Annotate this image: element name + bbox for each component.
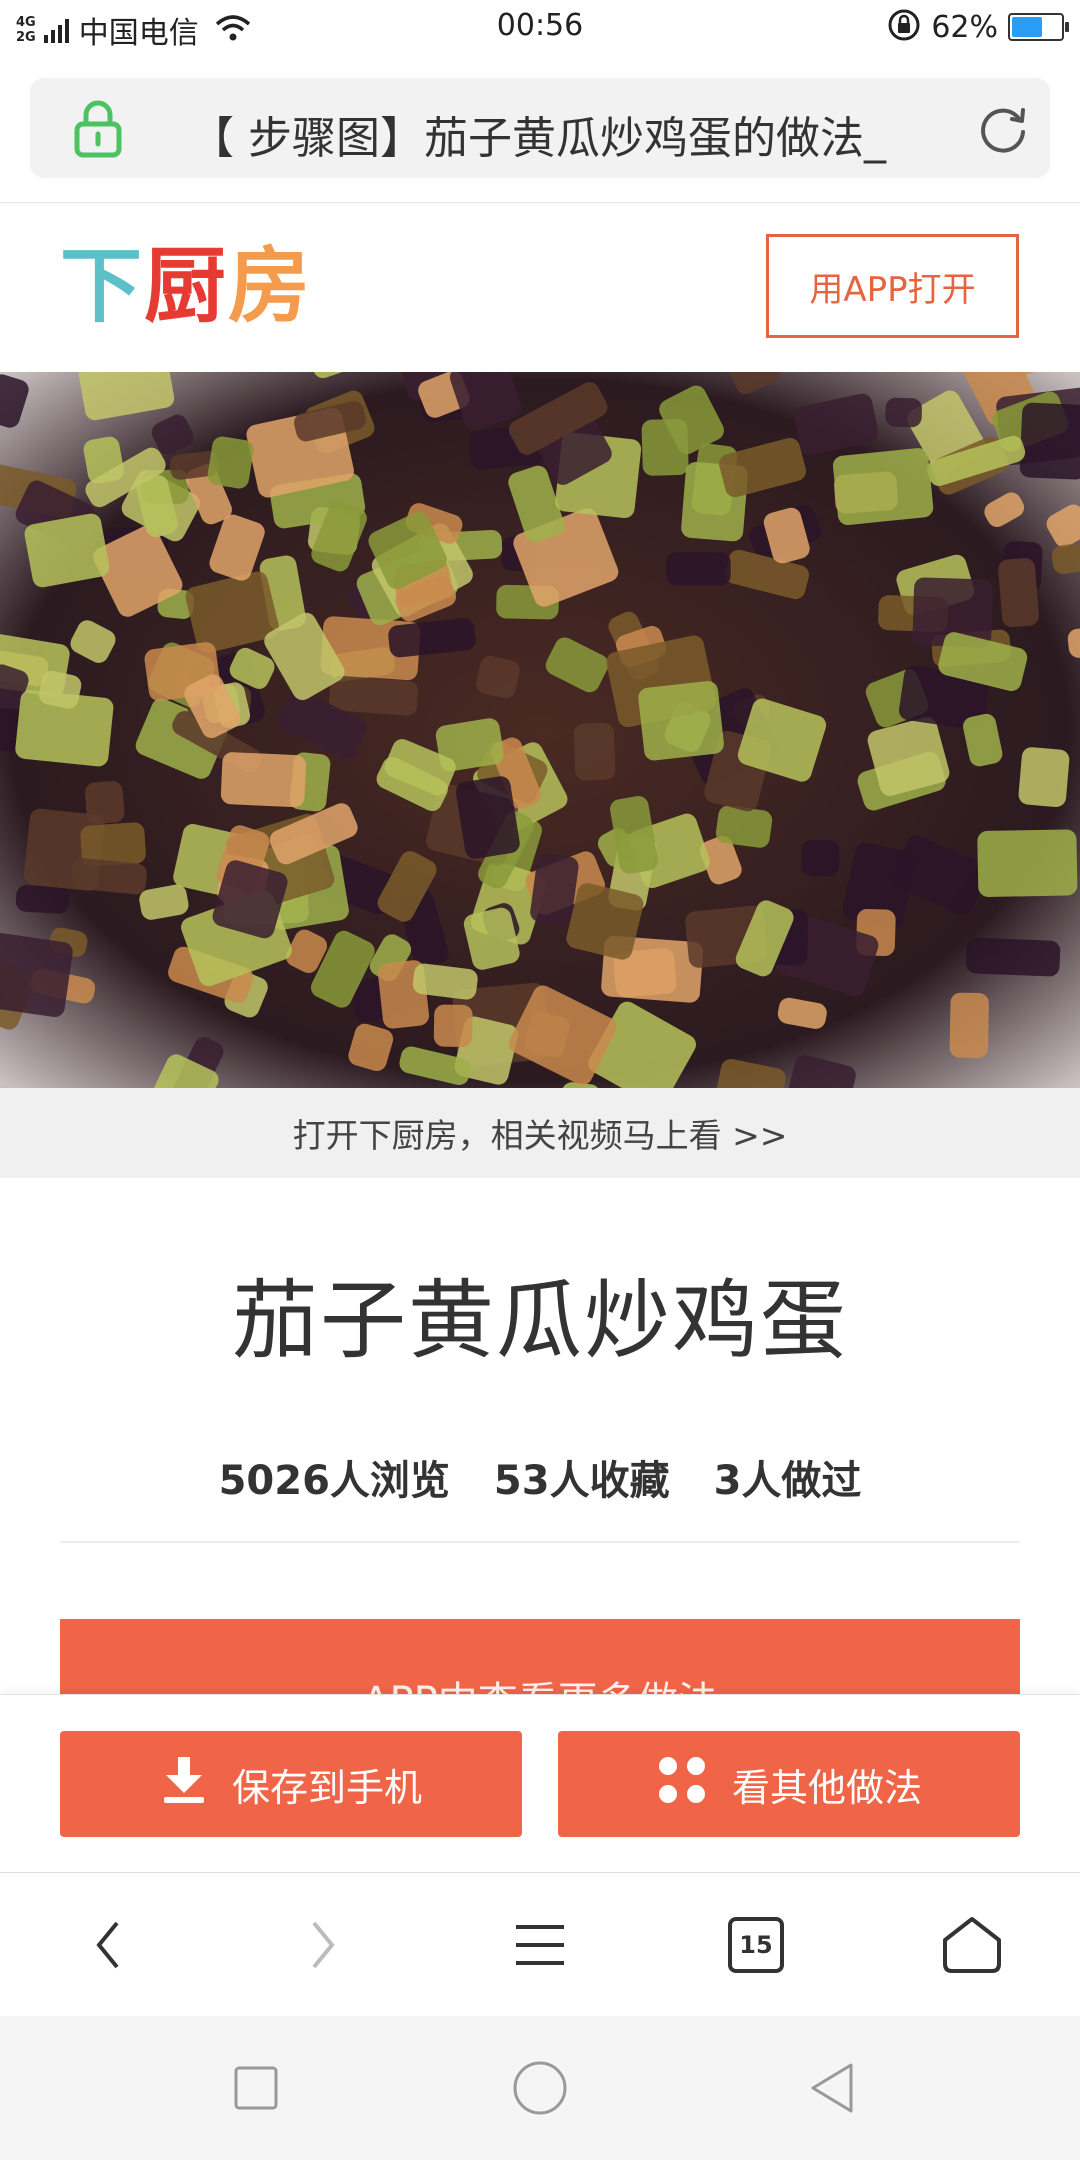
- other-methods-button[interactable]: 看其他做法: [558, 1731, 1020, 1837]
- recent-apps-icon[interactable]: [224, 2056, 288, 2120]
- recipe-title: 茄子黄瓜炒鸡蛋: [232, 1271, 848, 1371]
- status-right: 62%: [887, 8, 1069, 46]
- system-navigation-bar: [0, 2016, 1080, 2160]
- rotation-lock-icon: [887, 8, 921, 46]
- views-count: 5026人浏览: [218, 1458, 450, 1504]
- page-title-url[interactable]: 【 步骤图】茄子黄瓜炒鸡蛋的做法_: [190, 102, 950, 166]
- forward-icon[interactable]: [283, 1909, 363, 1981]
- video-banner-link[interactable]: 打开下厨房，相关视频马上看 >>: [0, 1088, 1080, 1178]
- save-to-phone-label: 保存到手机: [231, 1765, 422, 1810]
- battery-fill: [1012, 17, 1042, 37]
- logo-char-2: 厨: [144, 239, 229, 334]
- other-methods-label: 看其他做法: [731, 1765, 922, 1810]
- logo-char-1: 下: [60, 239, 145, 334]
- battery-percent: 62%: [931, 9, 998, 45]
- url-bar[interactable]: 【 步骤图】茄子黄瓜炒鸡蛋的做法_: [30, 78, 1050, 178]
- browser-toolbar: 15: [0, 1872, 1080, 2016]
- home-icon[interactable]: [932, 1909, 1012, 1981]
- cooked-count: 3人做过: [713, 1458, 862, 1504]
- bottom-action-bar: 保存到手机 看其他做法: [0, 1694, 1080, 1872]
- grid-dots-icon: [656, 1754, 708, 1815]
- more-methods-button[interactable]: APP中查看更多做法: [60, 1619, 1020, 1697]
- battery-icon: [1008, 13, 1069, 41]
- logo-char-3: 房: [228, 239, 313, 334]
- open-in-app-button[interactable]: 用APP打开: [766, 234, 1019, 338]
- more-methods-label: APP中查看更多做法: [60, 1669, 1020, 1697]
- recipe-hero-image: [0, 372, 1080, 1088]
- header-divider: [0, 202, 1080, 203]
- stats-divider: [60, 1541, 1020, 1543]
- lock-icon: [72, 100, 124, 162]
- tabs-button[interactable]: 15: [716, 1909, 796, 1981]
- system-home-icon[interactable]: [508, 2056, 572, 2120]
- tabs-icon: 15: [728, 1917, 784, 1973]
- recipe-stats: 5026人浏览 53人收藏 3人做过: [0, 1448, 1080, 1506]
- tab-count: 15: [739, 1931, 773, 1959]
- site-logo[interactable]: 下厨房: [60, 246, 312, 328]
- favorites-count: 53人收藏: [493, 1458, 670, 1504]
- refresh-icon[interactable]: [976, 102, 1030, 160]
- save-to-phone-button[interactable]: 保存到手机: [60, 1731, 522, 1837]
- menu-icon[interactable]: [500, 1909, 580, 1981]
- system-back-icon[interactable]: [800, 2056, 864, 2120]
- download-icon: [160, 1755, 208, 1814]
- back-icon[interactable]: [68, 1909, 148, 1981]
- status-bar: 4G 2G 中国电信 00:56 62%: [0, 0, 1080, 54]
